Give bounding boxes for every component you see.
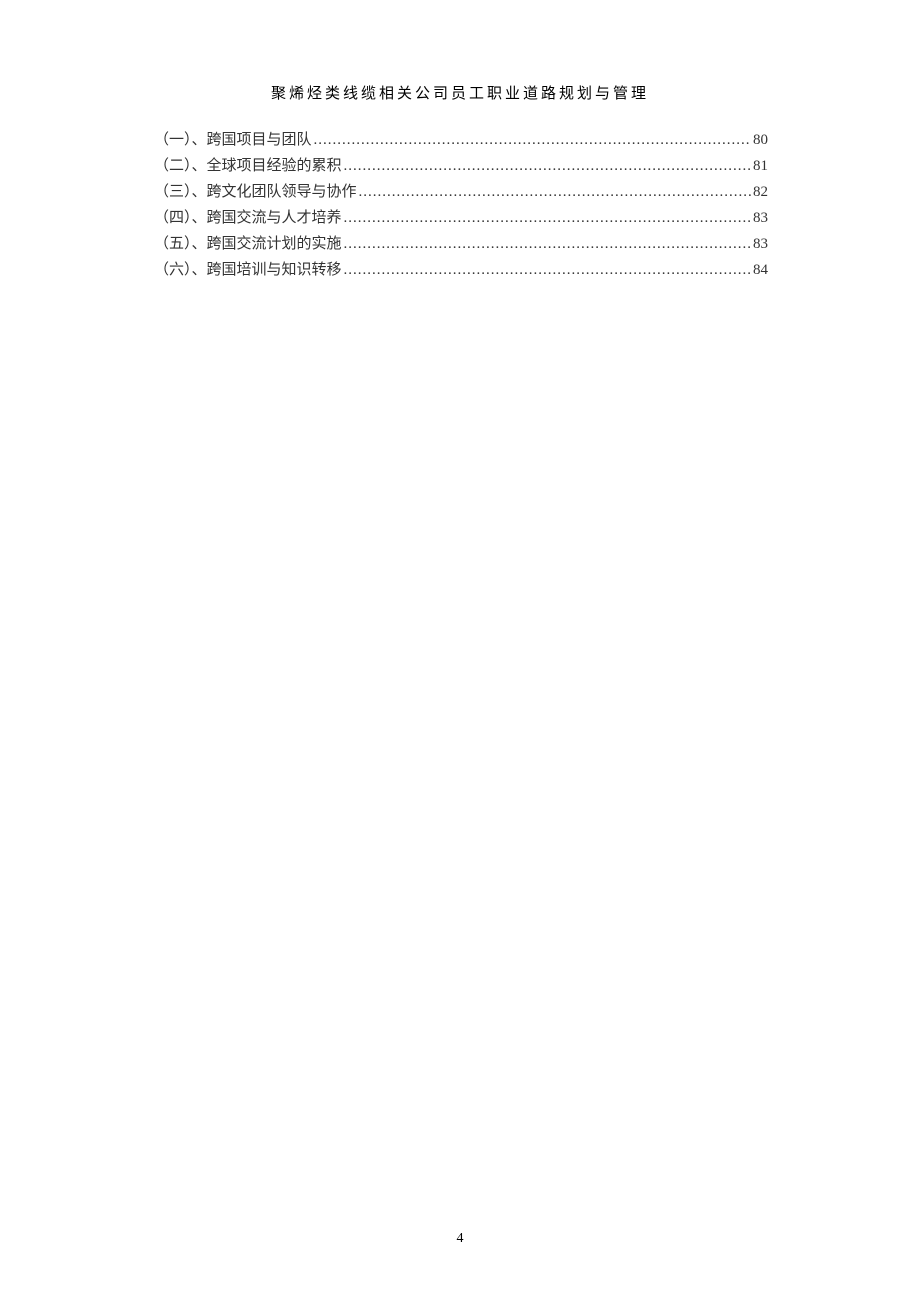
- toc-entry: （一）、跨国项目与团队 80: [154, 127, 768, 153]
- table-of-contents: （一）、跨国项目与团队 80 （二）、全球项目经验的累积 81 （三）、跨文化团…: [154, 127, 768, 283]
- toc-entry-page: 81: [753, 153, 768, 179]
- page-number-value: 4: [457, 1231, 464, 1246]
- toc-leader-dots: [344, 205, 751, 231]
- toc-entry: （五）、跨国交流计划的实施 83: [154, 231, 768, 257]
- toc-entry-page: 82: [753, 179, 768, 205]
- toc-entry-page: 83: [753, 231, 768, 257]
- toc-leader-dots: [314, 127, 751, 153]
- toc-entry: （三）、跨文化团队领导与协作 82: [154, 179, 768, 205]
- toc-entry-label: （二）、全球项目经验的累积: [154, 153, 342, 179]
- toc-entry-page: 84: [753, 257, 768, 283]
- toc-entry-label: （四）、跨国交流与人才培养: [154, 205, 342, 231]
- toc-entry-label: （五）、跨国交流计划的实施: [154, 231, 342, 257]
- page-header: 聚烯烃类线缆相关公司员工职业道路规划与管理: [0, 82, 920, 103]
- toc-entry-label: （三）、跨文化团队领导与协作: [154, 179, 357, 205]
- document-page: 聚烯烃类线缆相关公司员工职业道路规划与管理 （一）、跨国项目与团队 80 （二）…: [0, 0, 920, 1302]
- page-number: 4: [0, 1231, 920, 1247]
- toc-entry-label: （六）、跨国培训与知识转移: [154, 257, 342, 283]
- toc-leader-dots: [344, 257, 751, 283]
- toc-leader-dots: [344, 231, 751, 257]
- toc-entry-page: 83: [753, 205, 768, 231]
- toc-entry: （六）、跨国培训与知识转移 84: [154, 257, 768, 283]
- toc-leader-dots: [344, 153, 751, 179]
- toc-leader-dots: [359, 179, 751, 205]
- toc-entry: （四）、跨国交流与人才培养 83: [154, 205, 768, 231]
- toc-entry-label: （一）、跨国项目与团队: [154, 127, 312, 153]
- toc-entry: （二）、全球项目经验的累积 81: [154, 153, 768, 179]
- toc-entry-page: 80: [753, 127, 768, 153]
- header-title: 聚烯烃类线缆相关公司员工职业道路规划与管理: [271, 86, 649, 102]
